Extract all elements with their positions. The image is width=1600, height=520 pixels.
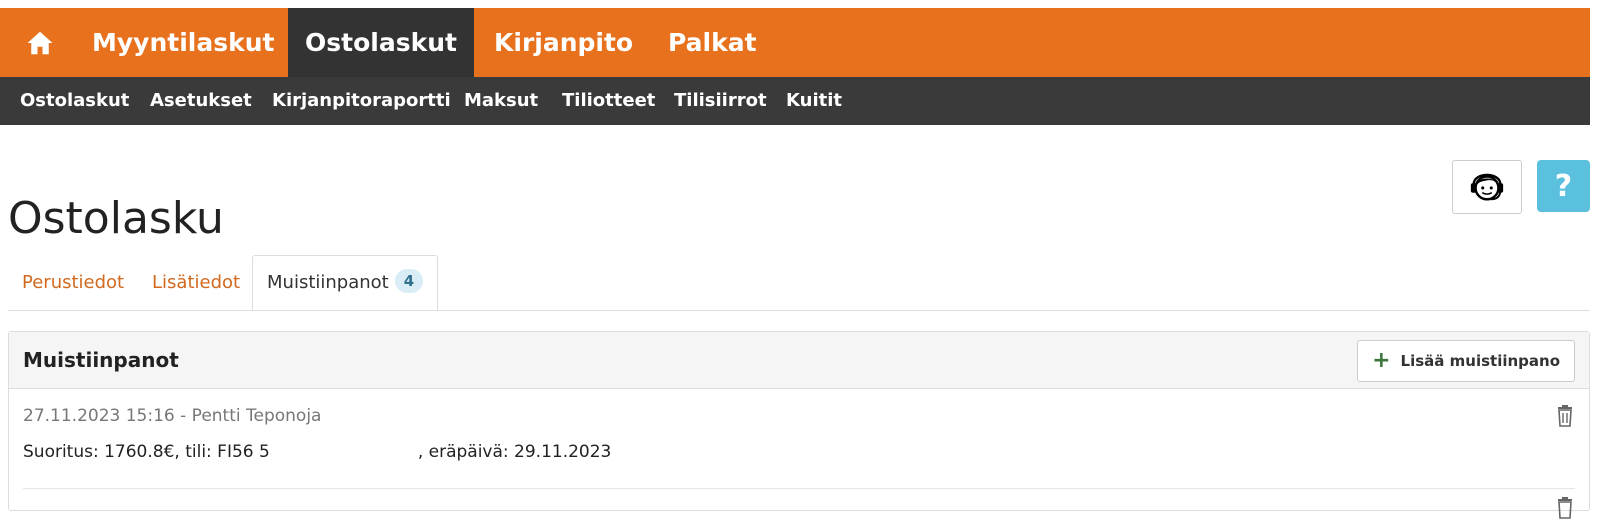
tab-muistiinpanot[interactable]: Muistiinpanot 4 [252, 255, 439, 311]
home-button[interactable] [0, 8, 80, 77]
subnav-kirjanpitoraportti[interactable]: Kirjanpitoraportti [272, 77, 451, 125]
notes-count-badge: 4 [394, 269, 424, 293]
subnav-tilisiirrot[interactable]: Tilisiirrot [674, 77, 767, 125]
notes-panel: Muistiinpanot + Lisää muistiinpano 27.11… [8, 331, 1590, 519]
home-icon [27, 31, 53, 54]
plus-icon: + [1372, 348, 1391, 373]
sub-navigation-bar: Ostolaskut Asetukset Kirjanpitoraportti … [0, 77, 1590, 125]
add-note-label: Lisää muistiinpano [1400, 352, 1560, 370]
main-tab-palkat[interactable]: Palkat [668, 8, 757, 77]
note-text-start: Suoritus: 1760.8€, tili: FI56 5 [23, 442, 270, 462]
subnav-asetukset[interactable]: Asetukset [150, 77, 252, 125]
tab-perustiedot[interactable]: Perustiedot [22, 256, 124, 310]
help-button[interactable]: ? [1537, 160, 1590, 212]
top-navigation-bar: Myyntilaskut Ostolaskut Kirjanpito Palka… [0, 8, 1590, 77]
note-item: 27.11.2023 15:16 - Pentti Teponoja Suori… [23, 402, 1575, 502]
main-tab-ostolaskut[interactable]: Ostolaskut [288, 8, 474, 77]
tabs-divider [8, 310, 1590, 311]
note-text-end: , eräpäivä: 29.11.2023 [417, 442, 612, 462]
subnav-ostolaskut[interactable]: Ostolaskut [20, 77, 129, 125]
tab-lisatiedot[interactable]: Lisätiedot [152, 256, 240, 310]
subnav-kuitit[interactable]: Kuitit [786, 77, 842, 125]
trash-icon[interactable] [1555, 404, 1575, 428]
notes-panel-title: Muistiinpanot [23, 348, 179, 372]
note-text: Suoritus: 1760.8€, tili: FI56 5 , eräpäiv… [23, 438, 611, 466]
main-tab-myyntilaskut[interactable]: Myyntilaskut [80, 8, 286, 77]
main-tab-kirjanpito[interactable]: Kirjanpito [494, 8, 633, 77]
note-meta: 27.11.2023 15:16 - Pentti Teponoja [23, 406, 322, 426]
add-note-button[interactable]: + Lisää muistiinpano [1357, 340, 1575, 382]
support-agent-icon [1470, 173, 1504, 201]
subnav-maksut[interactable]: Maksut [464, 77, 538, 125]
notes-panel-header: Muistiinpanot + Lisää muistiinpano [9, 332, 1589, 389]
support-button[interactable] [1452, 160, 1522, 214]
subnav-tiliotteet[interactable]: Tiliotteet [562, 77, 655, 125]
trash-icon[interactable] [1555, 496, 1575, 520]
note-divider [23, 488, 1575, 489]
tab-muistiinpanot-label: Muistiinpanot [267, 272, 389, 293]
page-title: Ostolasku [8, 193, 224, 245]
